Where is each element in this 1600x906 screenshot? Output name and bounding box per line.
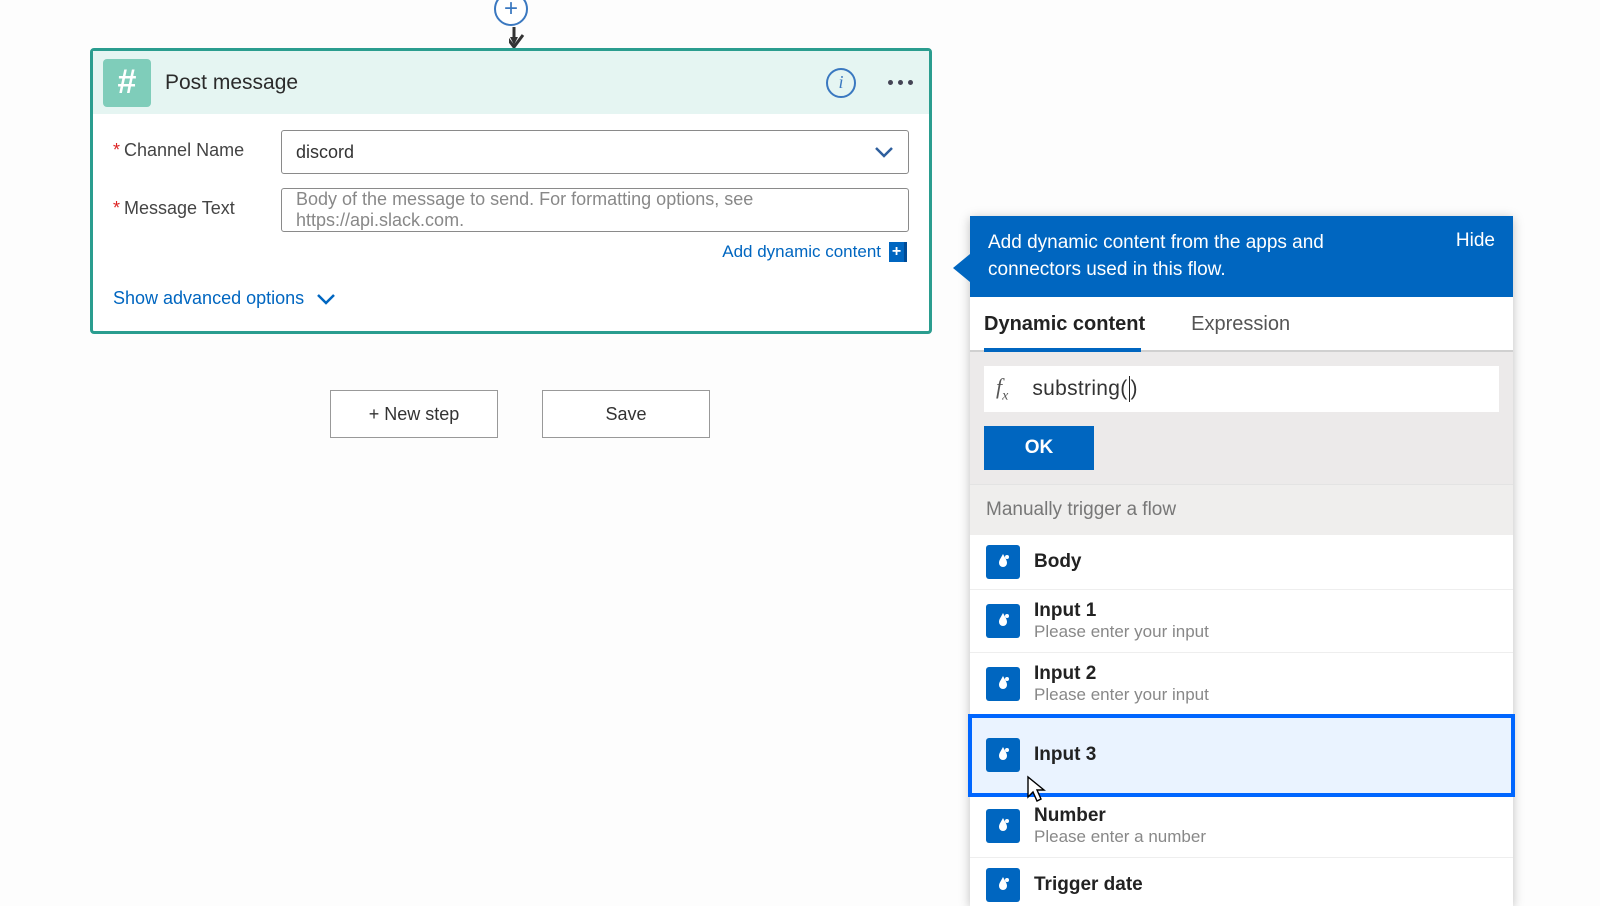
add-step-plus-button[interactable]: + — [494, 0, 528, 26]
message-text-label: *Message Text — [113, 188, 281, 219]
panel-header-text: Add dynamic content from the apps and co… — [988, 230, 1408, 283]
info-icon[interactable]: i — [826, 68, 856, 98]
dynamic-item-input-3[interactable]: Input 3 — [970, 716, 1513, 795]
slack-icon: # — [103, 59, 151, 107]
trigger-icon — [986, 667, 1020, 701]
trigger-icon — [986, 545, 1020, 579]
dynamic-item-body[interactable]: Body — [970, 535, 1513, 590]
dynamic-item-number[interactable]: Number Please enter a number — [970, 795, 1513, 858]
add-dynamic-content-link[interactable]: Add dynamic content + — [722, 242, 907, 262]
dynamic-item-input-1[interactable]: Input 1 Please enter your input — [970, 590, 1513, 653]
channel-name-select[interactable]: discord — [281, 130, 909, 174]
hide-panel-link[interactable]: Hide — [1456, 230, 1495, 252]
trigger-icon — [986, 868, 1020, 902]
save-button[interactable]: Save — [542, 390, 710, 438]
more-menu-icon[interactable] — [882, 74, 919, 91]
tab-dynamic-content[interactable]: Dynamic content — [984, 297, 1161, 350]
chevron-down-icon — [316, 293, 336, 305]
group-header: Manually trigger a flow — [970, 484, 1513, 535]
channel-name-label: *Channel Name — [113, 130, 281, 161]
dynamic-item-trigger-date[interactable]: Trigger date — [970, 858, 1513, 906]
tab-expression[interactable]: Expression — [1191, 297, 1306, 350]
chevron-down-icon — [874, 146, 894, 158]
card-title: Post message — [165, 71, 826, 95]
trigger-icon — [986, 738, 1020, 772]
trigger-icon — [986, 809, 1020, 843]
new-step-button[interactable]: + New step — [330, 390, 498, 438]
card-header: # Post message i — [93, 51, 929, 114]
channel-name-value: discord — [296, 142, 354, 163]
ok-button[interactable]: OK — [984, 426, 1094, 470]
panel-tabs: Dynamic content Expression — [970, 297, 1513, 352]
dynamic-content-panel: Add dynamic content from the apps and co… — [970, 216, 1513, 906]
dynamic-item-input-2[interactable]: Input 2 Please enter your input — [970, 653, 1513, 716]
fx-icon: fx — [996, 374, 1008, 404]
plus-icon: + — [889, 242, 907, 262]
flow-arrow-icon — [509, 25, 537, 49]
show-advanced-options-link[interactable]: Show advanced options — [113, 288, 909, 309]
message-text-input[interactable]: Body of the message to send. For formatt… — [281, 188, 909, 232]
panel-pointer — [953, 254, 970, 282]
post-message-card: # Post message i *Channel Name discord *… — [90, 48, 932, 334]
trigger-icon — [986, 604, 1020, 638]
expression-input[interactable]: fx substring() — [984, 366, 1499, 412]
